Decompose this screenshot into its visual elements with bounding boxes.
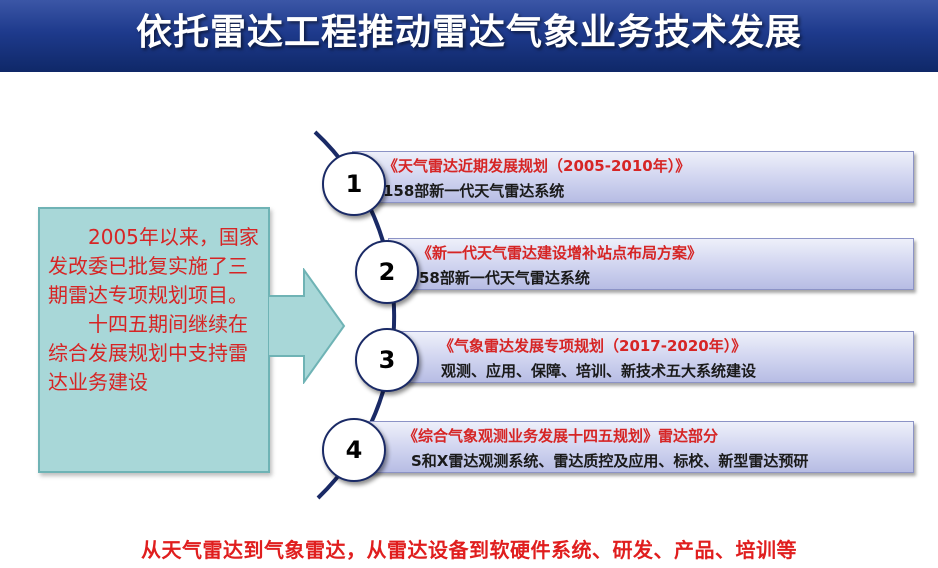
step-number-2: 2 xyxy=(355,240,419,304)
plan-title-1: 《天气雷达近期发展规划（2005-2010年）》 xyxy=(383,157,691,175)
plan-title-2: 《新一代天气雷达建设增补站点布局方案》 xyxy=(417,244,703,262)
step-number-3: 3 xyxy=(355,328,419,392)
plan-desc-2: 58部新一代天气雷达系统 xyxy=(419,269,590,287)
summary-box: 2005年以来，国家发改委已批复实施了三期雷达专项规划项目。 十四五期间继续在综… xyxy=(38,207,270,473)
plan-item-3: 《气象雷达发展专项规划（2017-2020年）》 观测、应用、保障、培训、新技术… xyxy=(388,331,914,383)
plan-item-1: 《天气雷达近期发展规划（2005-2010年）》 158部新一代天气雷达系统 xyxy=(352,151,914,203)
plan-desc-4: S和X雷达观测系统、雷达质控及应用、标校、新型雷达预研 xyxy=(411,452,809,470)
step-number-1: 1 xyxy=(322,152,386,216)
footer-summary: 从天气雷达到气象雷达，从雷达设备到软硬件系统、研发、产品、培训等 xyxy=(141,538,797,562)
step-number-4: 4 xyxy=(322,418,386,482)
summary-paragraph-2: 十四五期间继续在综合发展规划中支持雷达业务建设 xyxy=(48,312,248,394)
plan-title-3: 《气象雷达发展专项规划（2017-2020年）》 xyxy=(439,337,747,355)
plan-title-4: 《综合气象观测业务发展十四五规划》雷达部分 xyxy=(403,427,719,445)
plan-item-4: 《综合气象观测业务发展十四五规划》雷达部分 S和X雷达观测系统、雷达质控及应用、… xyxy=(352,421,914,473)
plan-desc-1: 158部新一代天气雷达系统 xyxy=(383,182,565,200)
summary-paragraph-1: 2005年以来，国家发改委已批复实施了三期雷达专项规划项目。 xyxy=(48,225,259,307)
plan-item-2: 《新一代天气雷达建设增补站点布局方案》 58部新一代天气雷达系统 xyxy=(388,238,914,290)
plan-desc-3: 观测、应用、保障、培训、新技术五大系统建设 xyxy=(441,362,757,380)
right-arrow-icon xyxy=(268,268,346,384)
